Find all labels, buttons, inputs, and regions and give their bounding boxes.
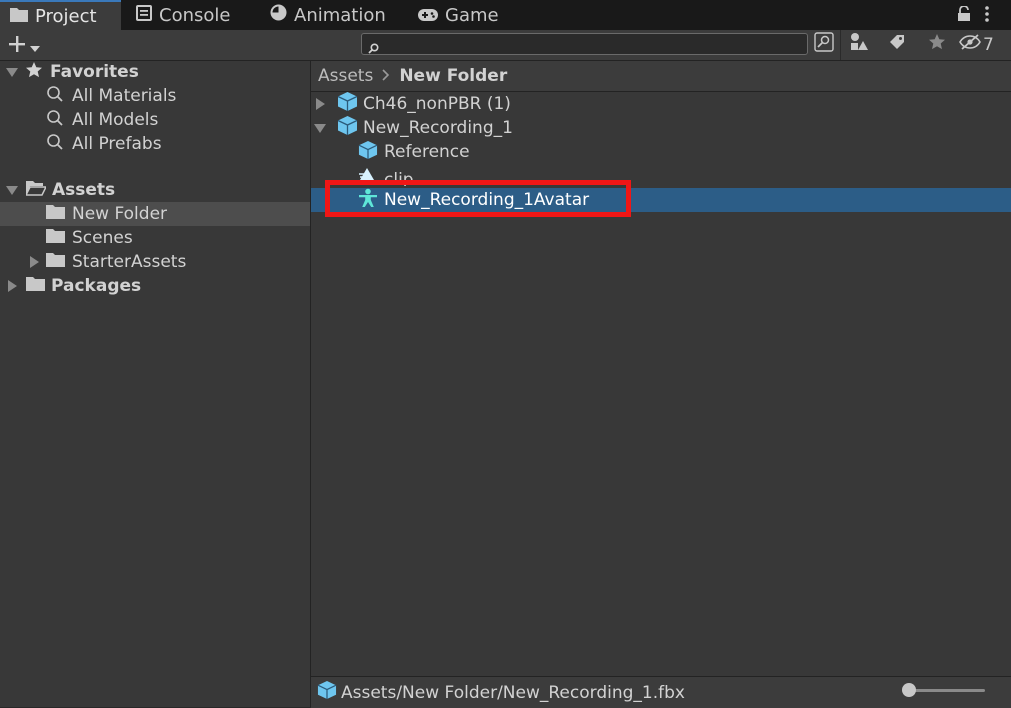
search-field[interactable] bbox=[361, 33, 808, 55]
tag-icon bbox=[888, 33, 906, 56]
tab-label: Console bbox=[159, 4, 231, 26]
search-icon bbox=[46, 85, 64, 108]
folder-icon bbox=[26, 276, 45, 296]
asset-item-ch46-nonpbr[interactable]: Ch46_nonPBR (1) bbox=[311, 92, 1011, 116]
asset-item-reference[interactable]: Reference bbox=[311, 140, 1011, 164]
favorite-label: All Materials bbox=[72, 86, 177, 106]
asset-label: New_Recording_1 bbox=[363, 118, 513, 138]
search-scope-button[interactable] bbox=[810, 32, 838, 57]
model-cube-icon bbox=[337, 115, 358, 141]
plus-icon bbox=[8, 35, 26, 58]
favorite-label: All Models bbox=[72, 110, 159, 130]
toolbar-divider bbox=[840, 30, 841, 60]
folder-icon bbox=[46, 228, 65, 248]
more-options-icon[interactable] bbox=[984, 5, 990, 28]
shapes-icon bbox=[849, 32, 869, 57]
icon-size-slider-handle[interactable] bbox=[902, 683, 916, 697]
tree-item-label: Favorites bbox=[50, 62, 139, 82]
tree-item-label: Scenes bbox=[72, 228, 133, 248]
create-button[interactable] bbox=[8, 35, 40, 58]
tab-animation[interactable]: Animation bbox=[270, 0, 386, 30]
filter-by-type-button[interactable] bbox=[845, 32, 873, 57]
expand-arrow-icon[interactable] bbox=[316, 98, 325, 110]
tree-item-label: Assets bbox=[52, 180, 116, 200]
model-cube-icon bbox=[317, 680, 337, 705]
tree-item-label: New Folder bbox=[72, 204, 168, 224]
expand-arrow-icon[interactable] bbox=[30, 256, 39, 268]
search-icon bbox=[46, 133, 64, 156]
star-icon bbox=[928, 33, 946, 56]
tree-item-label: StarterAssets bbox=[72, 252, 187, 272]
search-icon bbox=[46, 109, 64, 132]
icon-size-slider-track[interactable] bbox=[905, 689, 985, 692]
hidden-packages-button[interactable]: 7 bbox=[959, 34, 994, 55]
asset-label: Reference bbox=[384, 142, 470, 162]
mesh-cube-icon bbox=[358, 140, 378, 165]
tab-game[interactable]: Game bbox=[418, 0, 499, 30]
breadcrumb-assets[interactable]: Assets bbox=[318, 66, 373, 86]
asset-label: Ch46_nonPBR (1) bbox=[363, 94, 511, 114]
tab-label: Game bbox=[445, 4, 499, 26]
tree-item-assets[interactable]: Assets bbox=[0, 178, 310, 202]
animation-clock-icon bbox=[270, 4, 287, 26]
tab-label: Project bbox=[35, 5, 97, 27]
expand-arrow-icon[interactable] bbox=[8, 280, 17, 292]
expand-arrow-icon[interactable] bbox=[6, 67, 18, 77]
tree-item-scenes[interactable]: Scenes bbox=[0, 226, 310, 250]
favorite-item-all-prefabs[interactable]: All Prefabs bbox=[46, 132, 162, 156]
breadcrumb: Assets New Folder bbox=[311, 61, 1011, 92]
chevron-right-icon bbox=[382, 66, 390, 86]
model-cube-icon bbox=[337, 91, 358, 117]
filter-by-label-button[interactable] bbox=[883, 32, 911, 57]
expand-arrow-icon[interactable] bbox=[6, 185, 18, 195]
search-input[interactable] bbox=[384, 35, 798, 55]
folder-icon bbox=[46, 252, 65, 272]
open-folder-icon bbox=[24, 180, 48, 201]
star-icon bbox=[25, 61, 43, 84]
tab-label: Animation bbox=[294, 4, 386, 26]
eye-hidden-icon bbox=[959, 34, 981, 55]
tab-project[interactable]: Project bbox=[0, 0, 121, 30]
favorites-toggle-button[interactable] bbox=[923, 32, 951, 57]
tab-console[interactable]: Console bbox=[136, 0, 230, 30]
hidden-packages-count: 7 bbox=[983, 34, 994, 55]
chevron-down-icon bbox=[30, 37, 40, 57]
tree-item-packages[interactable]: Packages bbox=[0, 274, 310, 298]
asset-item-new-recording-1[interactable]: New_Recording_1 bbox=[311, 116, 1011, 140]
folder-icon bbox=[10, 6, 28, 27]
tree-item-label: Packages bbox=[51, 276, 142, 296]
folder-icon bbox=[46, 204, 65, 224]
gamepad-icon bbox=[418, 5, 438, 26]
tree-item-new-folder[interactable]: New Folder bbox=[0, 202, 310, 226]
favorite-item-all-materials[interactable]: All Materials bbox=[46, 84, 176, 108]
folder-tree-pane bbox=[0, 61, 311, 707]
breadcrumb-current[interactable]: New Folder bbox=[399, 66, 507, 86]
favorite-label: All Prefabs bbox=[72, 134, 162, 154]
lock-icon[interactable] bbox=[957, 5, 971, 27]
search-icon bbox=[368, 39, 379, 59]
console-icon bbox=[136, 4, 152, 26]
favorite-item-all-models[interactable]: All Models bbox=[46, 108, 158, 132]
search-scope-icon bbox=[814, 32, 834, 57]
tree-item-starter-assets[interactable]: StarterAssets bbox=[0, 250, 310, 274]
tree-item-favorites[interactable]: Favorites bbox=[0, 60, 310, 84]
expand-arrow-icon[interactable] bbox=[314, 123, 326, 133]
selected-asset-path: Assets/New Folder/New_Recording_1.fbx bbox=[341, 682, 685, 703]
annotation-highlight-box bbox=[325, 180, 631, 217]
